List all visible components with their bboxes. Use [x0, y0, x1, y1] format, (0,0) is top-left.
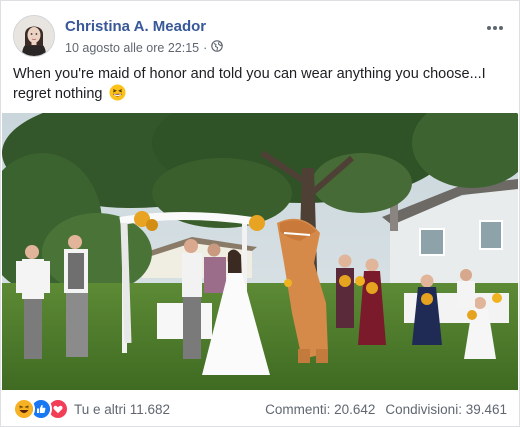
- facebook-post-card: Christina A. Meador 10 agosto alle ore 2…: [0, 0, 520, 427]
- engagement-counts: Commenti: 20.642 Condivisioni: 39.461: [265, 402, 507, 417]
- post-text: When you're maid of honor and told you c…: [13, 64, 493, 107]
- comments-count-link[interactable]: Commenti: 20.642: [265, 402, 375, 417]
- grinning-squinting-face-emoji: [108, 84, 126, 107]
- post-photo[interactable]: [2, 113, 518, 390]
- avatar-image: [14, 16, 54, 56]
- post-footer: Tu e altri 11.682 Commenti: 20.642 Condi…: [13, 396, 507, 422]
- reactions-count-label[interactable]: Tu e altri 11.682: [74, 402, 170, 417]
- author-avatar[interactable]: [13, 15, 55, 57]
- meta-separator: ·: [203, 40, 208, 55]
- globe-icon[interactable]: [211, 40, 224, 55]
- wedding-photo-image: [2, 113, 518, 390]
- ellipsis-icon[interactable]: [483, 20, 507, 36]
- shares-count-link[interactable]: Condivisioni: 39.461: [385, 402, 507, 417]
- reactions-summary[interactable]: Tu e altri 11.682: [13, 398, 170, 420]
- author-name-link[interactable]: Christina A. Meador: [65, 18, 206, 35]
- post-text-content: When you're maid of honor and told you c…: [13, 66, 486, 102]
- post-header: Christina A. Meador 10 agosto alle ore 2…: [13, 12, 507, 58]
- haha-reaction-icon: [13, 398, 35, 420]
- post-timestamp[interactable]: 10 agosto alle ore 22:15: [65, 41, 199, 55]
- post-meta: 10 agosto alle ore 22:15 ·: [65, 40, 224, 55]
